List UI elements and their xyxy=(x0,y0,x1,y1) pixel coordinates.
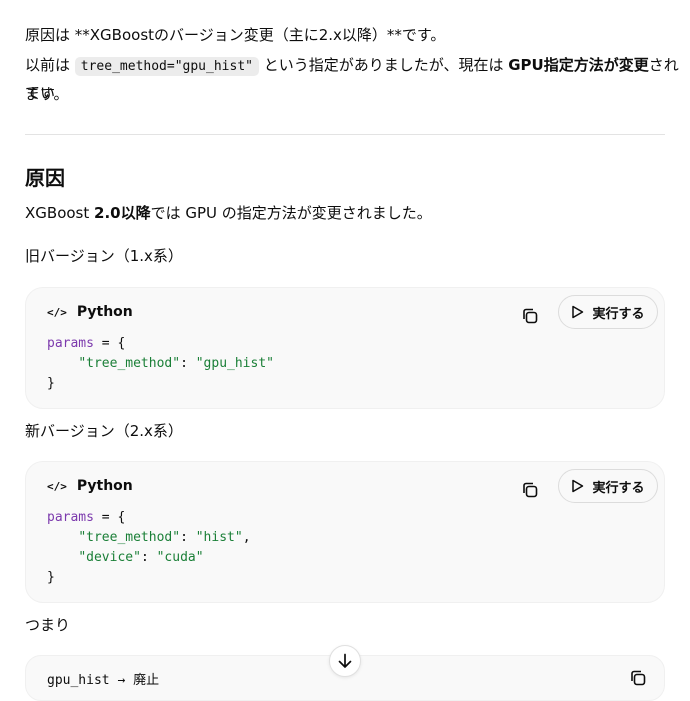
code-line: } xyxy=(47,568,251,588)
inline-code-tree-method: tree_method="gpu_hist" xyxy=(74,57,259,76)
run-label: 実行する xyxy=(592,480,645,496)
code-string-key: "tree_method" xyxy=(78,530,181,545)
summary-label: つまり xyxy=(25,616,71,634)
section-text: XGBoost 2.0以降では GPU の指定方法が変更されました。 xyxy=(25,200,432,226)
code-string-key: "device" xyxy=(78,550,141,565)
old-version-label: 旧バージョン（1.x系） xyxy=(25,247,183,265)
code-keyword: params xyxy=(47,336,94,351)
copy-icon xyxy=(631,670,646,686)
code-line: params = { xyxy=(47,508,251,528)
section-text-bold: 2.0以降 xyxy=(94,204,151,222)
copy-button[interactable] xyxy=(624,664,652,692)
section-heading: 原因 xyxy=(25,166,65,190)
run-button[interactable]: 実行する xyxy=(558,469,658,503)
code-string-value: "hist" xyxy=(195,530,243,545)
code-icon: </> xyxy=(47,305,67,319)
arrow-down-icon xyxy=(338,653,352,668)
code-line: } xyxy=(47,374,274,394)
code-block-new: </> Python 実行する params = { "tree_method"… xyxy=(25,461,665,603)
code-punct: , xyxy=(242,530,251,545)
intro-line-2: 以前は tree_method="gpu_hist" という指定がありましたが、… xyxy=(25,52,690,106)
code-punct: : xyxy=(180,530,196,545)
section-text-a: XGBoost xyxy=(25,204,95,222)
code-punct: } xyxy=(47,570,55,585)
copy-icon xyxy=(523,482,538,498)
intro-bold: GPU指定方法が変更 xyxy=(508,56,649,74)
code-content: params = { "tree_method": "hist", "devic… xyxy=(47,508,251,588)
run-button[interactable]: 実行する xyxy=(558,295,658,329)
code-keyword: params xyxy=(47,510,94,525)
copy-button[interactable] xyxy=(516,476,544,504)
play-icon xyxy=(572,479,584,493)
code-string-key: "tree_method" xyxy=(78,356,181,371)
new-version-label: 新バージョン（2.x系） xyxy=(25,422,183,440)
code-line: "tree_method": "hist", xyxy=(47,528,251,548)
copy-button[interactable] xyxy=(516,302,544,330)
code-punct: = { xyxy=(93,336,126,351)
code-punct: = { xyxy=(93,510,126,525)
intro-text-a: 以前は xyxy=(25,56,75,74)
code-content: params = { "tree_method": "gpu_hist"} xyxy=(47,334,274,394)
code-punct: } xyxy=(47,376,55,391)
code-line: "device": "cuda" xyxy=(47,548,251,568)
code-string-value: "gpu_hist" xyxy=(195,356,274,371)
code-language: Python xyxy=(76,478,133,494)
section-text-b: では GPU の指定方法が変更されました。 xyxy=(150,204,432,222)
divider xyxy=(25,134,665,135)
code-icon: </> xyxy=(47,479,67,493)
intro-text-b: という指定がありましたが、現在は xyxy=(258,56,509,74)
summary-code: gpu_hist → 廃止 xyxy=(47,673,160,688)
play-icon xyxy=(572,305,584,319)
code-language: Python xyxy=(76,304,133,320)
code-block-header: </> Python xyxy=(47,478,133,494)
code-block-header: </> Python xyxy=(47,304,133,320)
code-block-old: </> Python 実行する params = { "tree_method"… xyxy=(25,287,665,409)
code-punct: : xyxy=(140,550,157,565)
intro-line-1: 原因は **XGBoostのバージョン変更（主に2.x以降）**です。 xyxy=(25,26,446,44)
code-line: "tree_method": "gpu_hist" xyxy=(47,354,274,374)
code-string-value: "cuda" xyxy=(156,550,204,565)
copy-icon xyxy=(523,308,538,324)
run-label: 実行する xyxy=(592,306,645,322)
code-line: params = { xyxy=(47,334,274,354)
scroll-down-button[interactable] xyxy=(329,645,361,677)
intro-line-3: ます。 xyxy=(25,85,69,103)
code-punct: : xyxy=(180,356,196,371)
